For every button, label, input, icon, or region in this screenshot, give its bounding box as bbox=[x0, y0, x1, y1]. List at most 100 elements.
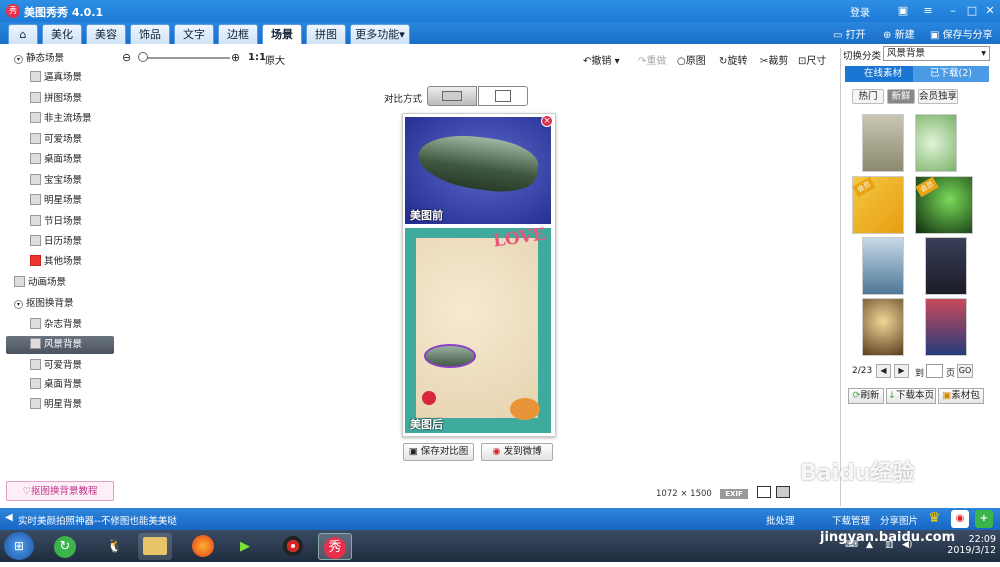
close-icon[interactable]: × bbox=[541, 115, 553, 127]
tree-item[interactable]: 可爱场景 bbox=[30, 131, 82, 149]
taskbar-app-meitu[interactable]: 秀 bbox=[318, 533, 352, 560]
resize-button[interactable]: ⊡尺寸 bbox=[798, 52, 826, 67]
zoom-in-icon[interactable]: ⊕ bbox=[231, 51, 240, 64]
crown-icon[interactable]: ♛ bbox=[928, 510, 941, 526]
tree-item[interactable]: 其他场景 bbox=[30, 253, 82, 271]
tree-cutout-bg[interactable]: ▾ 抠图换背景 bbox=[14, 295, 74, 313]
chip-new[interactable]: 新鲜 bbox=[887, 89, 915, 104]
tab-text[interactable]: 文字 bbox=[174, 24, 214, 44]
compare-side-by-side-button[interactable] bbox=[427, 86, 477, 106]
tree-item[interactable]: 明星场景 bbox=[30, 192, 82, 210]
menu-icon[interactable]: ≡ bbox=[918, 2, 938, 20]
tab-downloaded[interactable]: 已下载(2) bbox=[913, 66, 989, 82]
crop-label: 裁剪 bbox=[768, 56, 789, 67]
material-thumbnail[interactable] bbox=[862, 298, 904, 356]
compare-view-icon[interactable] bbox=[776, 486, 790, 498]
tab-beautify[interactable]: 美化 bbox=[42, 24, 82, 44]
status-tip[interactable]: 实时美颜拍照神器--不修图也能美美哒 bbox=[18, 513, 177, 527]
share-image-button[interactable]: 分享图片 bbox=[880, 513, 918, 527]
tab-beauty[interactable]: 美容 bbox=[86, 24, 126, 44]
tree-item[interactable]: 日历场景 bbox=[30, 233, 82, 251]
zoom-out-icon[interactable]: ⊖ bbox=[122, 51, 131, 64]
taskbar-app[interactable]: ↻ bbox=[48, 533, 82, 560]
tree-item[interactable]: 逼真场景 bbox=[30, 69, 82, 87]
tree-item[interactable]: 桌面场景 bbox=[30, 151, 82, 169]
tree-item-label: 其他场景 bbox=[44, 256, 83, 267]
plus-icon[interactable]: + bbox=[975, 510, 993, 528]
exif-badge[interactable]: EXIF bbox=[720, 489, 748, 499]
chip-member[interactable]: 会员独享 bbox=[918, 89, 958, 104]
zoom-slider-handle[interactable] bbox=[138, 52, 148, 62]
chip-hot[interactable]: 热门 bbox=[852, 89, 884, 104]
taskbar-app[interactable] bbox=[138, 533, 172, 560]
redo-button[interactable]: ↷重做 bbox=[638, 52, 666, 67]
tree-item[interactable]: 杂志背景 bbox=[30, 316, 82, 334]
taskbar-app[interactable]: 🐧 bbox=[98, 533, 132, 560]
home-tab[interactable]: ⌂ bbox=[8, 24, 38, 44]
tree-item-selected[interactable]: 风景背景 bbox=[6, 336, 114, 354]
minimize-button[interactable]: – bbox=[943, 2, 963, 20]
start-button[interactable]: ⊞ bbox=[4, 532, 34, 560]
prev-page-button[interactable]: ◀ bbox=[876, 364, 891, 378]
original-button[interactable]: ○原图 bbox=[677, 52, 706, 67]
tab-collage[interactable]: 拼图 bbox=[306, 24, 346, 44]
weibo-icon[interactable]: ◉ bbox=[951, 510, 969, 528]
tree-item[interactable]: 拼图场景 bbox=[30, 90, 82, 108]
maximize-button[interactable]: □ bbox=[962, 2, 982, 20]
category-select[interactable]: 风景背景 ▾ bbox=[883, 46, 990, 61]
collapse-icon[interactable]: ▾ bbox=[14, 300, 23, 309]
save-compare-button[interactable]: ▣ 保存对比图 bbox=[403, 443, 474, 461]
material-thumbnail[interactable] bbox=[925, 237, 967, 295]
zoom-slider-track[interactable] bbox=[140, 57, 230, 59]
page-input[interactable] bbox=[926, 364, 943, 378]
save-share-button[interactable]: ▣ 保存与分享 bbox=[930, 26, 993, 41]
taskbar-app[interactable] bbox=[276, 533, 310, 560]
taskbar-app[interactable]: ▶ bbox=[228, 533, 262, 560]
new-button[interactable]: ⊕ 新建 bbox=[883, 26, 915, 41]
tree-animated-scenes[interactable]: 动画场景 bbox=[14, 274, 66, 292]
tab-scene[interactable]: 场景 bbox=[262, 24, 302, 44]
tree-item[interactable]: 明星背景 bbox=[30, 396, 82, 414]
material-pack-button[interactable]: ▣素材包 bbox=[938, 388, 984, 404]
material-thumbnail[interactable] bbox=[925, 298, 967, 356]
tree-animated-label: 动画场景 bbox=[28, 277, 67, 288]
download-page-button[interactable]: ↓下载本页 bbox=[886, 388, 936, 404]
close-button[interactable]: ✕ bbox=[980, 2, 1000, 20]
skin-icon[interactable]: ▣ bbox=[893, 2, 913, 20]
undo-button[interactable]: ↶撤销 ▾ bbox=[583, 52, 620, 67]
go-button[interactable]: GO bbox=[957, 364, 973, 378]
tree-item[interactable]: 桌面背景 bbox=[30, 376, 82, 394]
material-thumbnail[interactable] bbox=[862, 237, 904, 295]
tutorial-button[interactable]: ♡抠图换背景教程 bbox=[6, 481, 114, 501]
material-thumbnail[interactable] bbox=[862, 114, 904, 172]
fit-view-icon[interactable] bbox=[757, 486, 771, 498]
tree-item[interactable]: 节日场景 bbox=[30, 213, 82, 231]
taskbar-app[interactable] bbox=[186, 533, 220, 560]
compare-stacked-button[interactable] bbox=[478, 86, 528, 106]
folder-icon bbox=[143, 537, 167, 555]
material-thumbnail[interactable] bbox=[915, 114, 957, 172]
next-page-button[interactable]: ▶ bbox=[894, 364, 909, 378]
tab-accessories[interactable]: 饰品 bbox=[130, 24, 170, 44]
tree-item[interactable]: 宝宝场景 bbox=[30, 172, 82, 190]
share-weibo-label: 发到微博 bbox=[503, 446, 542, 457]
share-weibo-button[interactable]: ◉ 发到微博 bbox=[481, 443, 553, 461]
tree-static-scenes[interactable]: ▾ 静态场景 bbox=[14, 50, 64, 68]
tree-item[interactable]: 非主流场景 bbox=[30, 110, 92, 128]
open-button[interactable]: ▭ 打开 bbox=[833, 26, 866, 41]
original-size-label[interactable]: 原大 bbox=[265, 52, 285, 67]
crop-button[interactable]: ✂裁剪 bbox=[760, 52, 788, 67]
batch-process-button[interactable]: 批处理 bbox=[766, 513, 795, 527]
meitu-icon: 秀 bbox=[324, 537, 346, 559]
tree-item[interactable]: 可爱背景 bbox=[30, 357, 82, 375]
refresh-button[interactable]: ⟳刷新 bbox=[848, 388, 884, 404]
login-link[interactable]: 登录 bbox=[850, 4, 870, 19]
watermark-logo: Baidu经验 bbox=[800, 461, 915, 486]
tab-more[interactable]: 更多功能▾ bbox=[350, 24, 410, 44]
rotate-button[interactable]: ↻旋转 bbox=[719, 52, 747, 67]
tab-online-materials[interactable]: 在线素材 bbox=[845, 66, 921, 82]
collapse-icon[interactable]: ▾ bbox=[14, 55, 23, 64]
download-manager-button[interactable]: 下载管理 bbox=[832, 513, 870, 527]
tab-frame[interactable]: 边框 bbox=[218, 24, 258, 44]
zoom-ratio[interactable]: 1:1 bbox=[248, 52, 266, 63]
